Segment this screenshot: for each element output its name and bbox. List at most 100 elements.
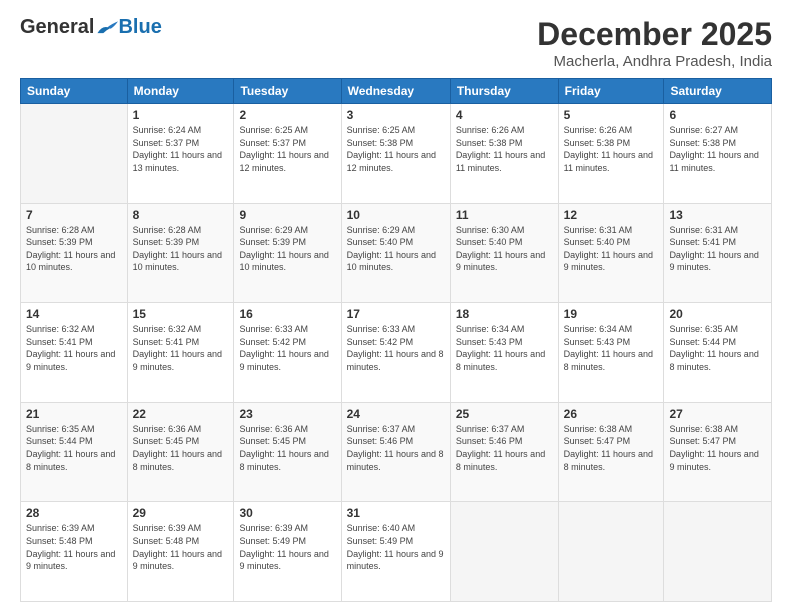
day-info: Sunrise: 6:24 AM Sunset: 5:37 PM Dayligh… — [133, 124, 229, 174]
day-info: Sunrise: 6:37 AM Sunset: 5:46 PM Dayligh… — [456, 423, 553, 473]
day-info: Sunrise: 6:29 AM Sunset: 5:39 PM Dayligh… — [239, 224, 335, 274]
header-wednesday: Wednesday — [341, 79, 450, 104]
calendar-table: Sunday Monday Tuesday Wednesday Thursday… — [20, 78, 772, 602]
table-row: 5 Sunrise: 6:26 AM Sunset: 5:38 PM Daylig… — [558, 104, 664, 204]
table-row: 11Sunrise: 6:30 AM Sunset: 5:40 PM Dayli… — [450, 203, 558, 303]
logo-blue-text: Blue — [118, 16, 161, 39]
title-area: December 2025 Macherla, Andhra Pradesh, … — [537, 16, 772, 70]
calendar-header-row: Sunday Monday Tuesday Wednesday Thursday… — [21, 79, 772, 104]
table-row: 13Sunrise: 6:31 AM Sunset: 5:41 PM Dayli… — [664, 203, 772, 303]
day-info: Sunrise: 6:39 AM Sunset: 5:48 PM Dayligh… — [26, 522, 122, 572]
day-number: 26 — [564, 407, 659, 421]
table-row: 20Sunrise: 6:35 AM Sunset: 5:44 PM Dayli… — [664, 303, 772, 403]
day-info: Sunrise: 6:38 AM Sunset: 5:47 PM Dayligh… — [564, 423, 659, 473]
table-row: 27Sunrise: 6:38 AM Sunset: 5:47 PM Dayli… — [664, 402, 772, 502]
day-info: Sunrise: 6:25 AM Sunset: 5:38 PM Dayligh… — [347, 124, 445, 174]
day-info: Sunrise: 6:37 AM Sunset: 5:46 PM Dayligh… — [347, 423, 445, 473]
day-number: 6 — [669, 108, 766, 122]
day-number: 14 — [26, 307, 122, 321]
table-row: 28 Sunrise: 6:39 AM Sunset: 5:48 PM Dayli… — [21, 502, 128, 602]
day-info: Sunrise: 6:36 AM Sunset: 5:45 PM Dayligh… — [239, 423, 335, 473]
table-row: 9 Sunrise: 6:29 AM Sunset: 5:39 PM Daylig… — [234, 203, 341, 303]
day-info: Sunrise: 6:27 AM Sunset: 5:38 PM Dayligh… — [669, 124, 766, 174]
table-row: 24 Sunrise: 6:37 AM Sunset: 5:46 PM Dayli… — [341, 402, 450, 502]
day-number: 13 — [669, 208, 766, 222]
header-saturday: Saturday — [664, 79, 772, 104]
calendar-week-row: 28 Sunrise: 6:39 AM Sunset: 5:48 PM Dayli… — [21, 502, 772, 602]
day-info: Sunrise: 6:28 AM Sunset: 5:39 PM Dayligh… — [26, 224, 122, 274]
day-number: 24 — [347, 407, 445, 421]
day-number: 10 — [347, 208, 445, 222]
day-number: 4 — [456, 108, 553, 122]
table-row: 26 Sunrise: 6:38 AM Sunset: 5:47 PM Dayli… — [558, 402, 664, 502]
day-info: Sunrise: 6:35 AM Sunset: 5:44 PM Dayligh… — [669, 323, 766, 373]
day-number: 28 — [26, 506, 122, 520]
day-info: Sunrise: 6:35 AM Sunset: 5:44 PM Dayligh… — [26, 423, 122, 473]
table-row: 30Sunrise: 6:39 AM Sunset: 5:49 PM Dayli… — [234, 502, 341, 602]
logo-bird-icon — [96, 19, 118, 37]
table-row: 22 Sunrise: 6:36 AM Sunset: 5:45 PM Dayli… — [127, 402, 234, 502]
day-number: 2 — [239, 108, 335, 122]
header-friday: Friday — [558, 79, 664, 104]
day-number: 5 — [564, 108, 659, 122]
table-row — [21, 104, 128, 204]
location: Macherla, Andhra Pradesh, India — [537, 53, 772, 70]
table-row: 21 Sunrise: 6:35 AM Sunset: 5:44 PM Dayli… — [21, 402, 128, 502]
day-number: 15 — [133, 307, 229, 321]
table-row: 10 Sunrise: 6:29 AM Sunset: 5:40 PM Dayli… — [341, 203, 450, 303]
day-info: Sunrise: 6:25 AM Sunset: 5:37 PM Dayligh… — [239, 124, 335, 174]
day-info: Sunrise: 6:29 AM Sunset: 5:40 PM Dayligh… — [347, 224, 445, 274]
table-row: 8Sunrise: 6:28 AM Sunset: 5:39 PM Daylig… — [127, 203, 234, 303]
day-number: 30 — [239, 506, 335, 520]
logo: General Blue — [20, 16, 162, 39]
calendar-week-row: 7 Sunrise: 6:28 AM Sunset: 5:39 PM Daylig… — [21, 203, 772, 303]
day-info: Sunrise: 6:26 AM Sunset: 5:38 PM Dayligh… — [456, 124, 553, 174]
table-row — [558, 502, 664, 602]
header-tuesday: Tuesday — [234, 79, 341, 104]
day-info: Sunrise: 6:38 AM Sunset: 5:47 PM Dayligh… — [669, 423, 766, 473]
logo-general-text: General — [20, 16, 94, 39]
table-row — [664, 502, 772, 602]
day-number: 23 — [239, 407, 335, 421]
day-number: 7 — [26, 208, 122, 222]
table-row: 25 Sunrise: 6:37 AM Sunset: 5:46 PM Dayli… — [450, 402, 558, 502]
table-row — [450, 502, 558, 602]
day-number: 22 — [133, 407, 229, 421]
day-info: Sunrise: 6:39 AM Sunset: 5:48 PM Dayligh… — [133, 522, 229, 572]
day-info: Sunrise: 6:32 AM Sunset: 5:41 PM Dayligh… — [133, 323, 229, 373]
day-number: 25 — [456, 407, 553, 421]
header-sunday: Sunday — [21, 79, 128, 104]
header: General Blue December 2025 Macherla, And… — [20, 16, 772, 70]
day-number: 12 — [564, 208, 659, 222]
table-row: 2 Sunrise: 6:25 AM Sunset: 5:37 PM Daylig… — [234, 104, 341, 204]
month-title: December 2025 — [537, 16, 772, 53]
calendar-week-row: 21 Sunrise: 6:35 AM Sunset: 5:44 PM Dayli… — [21, 402, 772, 502]
table-row: 29Sunrise: 6:39 AM Sunset: 5:48 PM Dayli… — [127, 502, 234, 602]
page: General Blue December 2025 Macherla, And… — [0, 0, 792, 612]
day-number: 9 — [239, 208, 335, 222]
day-info: Sunrise: 6:26 AM Sunset: 5:38 PM Dayligh… — [564, 124, 659, 174]
header-thursday: Thursday — [450, 79, 558, 104]
table-row: 15 Sunrise: 6:32 AM Sunset: 5:41 PM Dayli… — [127, 303, 234, 403]
day-info: Sunrise: 6:40 AM Sunset: 5:49 PM Dayligh… — [347, 522, 445, 572]
table-row: 1 Sunrise: 6:24 AM Sunset: 5:37 PM Daylig… — [127, 104, 234, 204]
table-row: 17Sunrise: 6:33 AM Sunset: 5:42 PM Dayli… — [341, 303, 450, 403]
table-row: 19Sunrise: 6:34 AM Sunset: 5:43 PM Dayli… — [558, 303, 664, 403]
day-info: Sunrise: 6:28 AM Sunset: 5:39 PM Dayligh… — [133, 224, 229, 274]
table-row: 18Sunrise: 6:34 AM Sunset: 5:43 PM Dayli… — [450, 303, 558, 403]
day-number: 17 — [347, 307, 445, 321]
day-number: 18 — [456, 307, 553, 321]
table-row: 4 Sunrise: 6:26 AM Sunset: 5:38 PM Daylig… — [450, 104, 558, 204]
calendar-week-row: 14 Sunrise: 6:32 AM Sunset: 5:41 PM Dayli… — [21, 303, 772, 403]
table-row: 16Sunrise: 6:33 AM Sunset: 5:42 PM Dayli… — [234, 303, 341, 403]
table-row: 7 Sunrise: 6:28 AM Sunset: 5:39 PM Daylig… — [21, 203, 128, 303]
day-number: 19 — [564, 307, 659, 321]
day-number: 21 — [26, 407, 122, 421]
day-info: Sunrise: 6:30 AM Sunset: 5:40 PM Dayligh… — [456, 224, 553, 274]
day-number: 1 — [133, 108, 229, 122]
table-row: 14Sunrise: 6:32 AM Sunset: 5:41 PM Dayli… — [21, 303, 128, 403]
day-info: Sunrise: 6:36 AM Sunset: 5:45 PM Dayligh… — [133, 423, 229, 473]
header-monday: Monday — [127, 79, 234, 104]
table-row: 31Sunrise: 6:40 AM Sunset: 5:49 PM Dayli… — [341, 502, 450, 602]
table-row: 6 Sunrise: 6:27 AM Sunset: 5:38 PM Daylig… — [664, 104, 772, 204]
